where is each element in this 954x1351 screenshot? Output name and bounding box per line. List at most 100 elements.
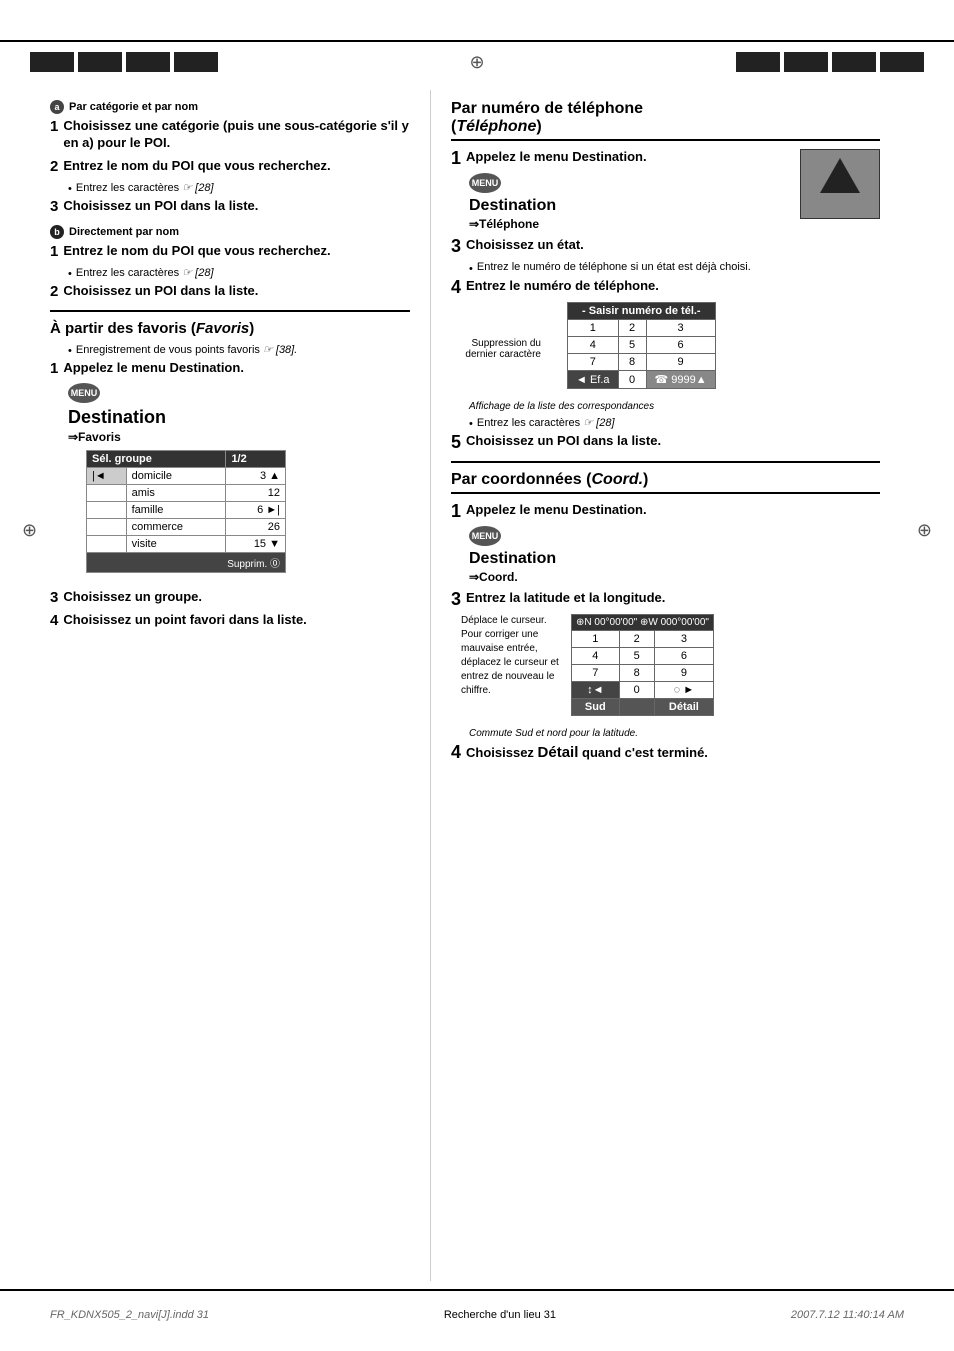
left-column: a Par catégorie et par nom 1 Choisissez … xyxy=(0,90,430,1281)
step-text: Choisissez un POI dans la liste. xyxy=(63,198,258,215)
step-num: 3 xyxy=(451,237,461,255)
step-num: 4 xyxy=(50,612,58,629)
tel-table: - Saisir numéro de tél.- 1 2 3 4 5 6 xyxy=(567,302,716,389)
tel-cell: 0 xyxy=(618,371,646,389)
coord-cell: 1 xyxy=(572,631,620,648)
header-block-3 xyxy=(126,52,170,72)
footer-center: Recherche d'un lieu 31 xyxy=(209,1309,791,1321)
nav-arrow-icon xyxy=(820,158,860,193)
fav-count: 12 xyxy=(226,484,286,501)
tel-cell: 8 xyxy=(618,354,646,371)
coord-footer-detail: Détail xyxy=(654,699,713,716)
bullet-dot: • xyxy=(68,183,72,195)
page-border-top xyxy=(0,40,954,42)
header-block-1 xyxy=(30,52,74,72)
tel-table-area: Suppression du dernier caractère - Saisi… xyxy=(461,302,880,397)
tel-row-2: 4 5 6 xyxy=(568,337,716,354)
tel-desc-left: Suppression du dernier caractère xyxy=(461,302,541,360)
step-content: Appelez le menu Destination. xyxy=(63,360,244,377)
step-content: Entrez le numéro de téléphone. xyxy=(466,278,659,295)
section-a-label: a Par catégorie et par nom xyxy=(50,100,410,114)
coord-step1: 1 Appelez le menu Destination. xyxy=(451,502,880,520)
fav-row-domicile: |◄ domicile 3 ▲ xyxy=(87,467,286,484)
footer-filename: FR_KDNX505_2_navi[J].indd 31 xyxy=(50,1309,209,1321)
telephone-title: Par numéro de téléphone (Téléphone) xyxy=(451,100,880,141)
fav-row-visite: visite 15 ▼ xyxy=(87,535,286,552)
coord-row-1: 1 2 3 xyxy=(572,631,714,648)
menu-button-favoris: MENU xyxy=(68,383,100,403)
phone-image-area xyxy=(800,149,880,225)
tel-row-1: 1 2 3 xyxy=(568,320,716,337)
section-telephone: Par numéro de téléphone (Téléphone) 1 Ap… xyxy=(451,100,880,451)
coord-row-2: 4 5 6 xyxy=(572,648,714,665)
header-block-8 xyxy=(880,52,924,72)
section-a-step3: 3 Choisissez un POI dans la liste. xyxy=(50,198,410,215)
bullet-text: Entrez les caractères ☞ [28] xyxy=(76,266,214,279)
fav-label: visite xyxy=(126,535,226,552)
step-content: Appelez le menu Destination. xyxy=(466,502,647,519)
section-a-step2: 2 Entrez le nom du POI que vous recherch… xyxy=(50,158,410,175)
menu-button-telephone: MENU xyxy=(469,173,501,193)
step-num: 4 xyxy=(451,278,461,296)
favoris-step3: 3 Choisissez un groupe. xyxy=(50,589,410,606)
coord-desc-left: Déplace le curseur. Pour corriger une ma… xyxy=(461,614,561,698)
coord-cell: 4 xyxy=(572,648,620,665)
coord-cell: 5 xyxy=(619,648,654,665)
page-border-bottom xyxy=(0,1289,954,1291)
section-b-label: b Directement par nom xyxy=(50,225,410,239)
coord-cell-right: ◌ ► xyxy=(654,682,713,699)
crosshair-left-icon: ⊕ xyxy=(22,520,37,541)
header-block-5 xyxy=(736,52,780,72)
tel-header-row: - Saisir numéro de tél.- xyxy=(568,303,716,320)
tel-cell: 4 xyxy=(568,337,619,354)
coord-header-title: ⊕N 00°00'00" ⊕W 000°00'00" xyxy=(572,615,714,631)
step-content: Choisissez un état. xyxy=(466,237,584,254)
bullet-dot: • xyxy=(469,418,473,430)
section-a-title: Par catégorie et par nom xyxy=(69,101,198,113)
step-num: 3 xyxy=(50,589,58,606)
fav-label: commerce xyxy=(126,518,226,535)
fav-table-footer: Supprim. ⓪ xyxy=(87,552,286,572)
step-num: 5 xyxy=(451,433,461,451)
fav-row-amis: amis 12 xyxy=(87,484,286,501)
step-content: Entrez la latitude et la longitude. xyxy=(466,590,665,607)
fav-row-commerce: commerce 26 xyxy=(87,518,286,535)
favoris-bullet1: • Enregistrement de vous points favoris … xyxy=(68,343,410,357)
telephone-bullet3a: • Entrez le numéro de téléphone si un ét… xyxy=(469,261,880,275)
coord-step4: 4 Choisissez Détail quand c'est terminé. xyxy=(451,743,880,763)
coord-table-area: Déplace le curseur. Pour corriger une ma… xyxy=(461,614,880,722)
tel-cell: 6 xyxy=(646,337,715,354)
fav-header-label: Sél. groupe xyxy=(87,450,226,467)
coord-footer-row: Sud Détail xyxy=(572,699,714,716)
coord-cell: 6 xyxy=(654,648,713,665)
coord-title: Par coordonnées (Coord.) xyxy=(451,471,880,494)
fav-count: 3 ▲ xyxy=(226,467,286,484)
circle-icon-b: b xyxy=(50,225,64,239)
header-blocks-right xyxy=(736,52,924,72)
coord-footer-mid xyxy=(619,699,654,716)
coord-cell: 2 xyxy=(619,631,654,648)
coord-table-wrapper: ⊕N 00°00'00" ⊕W 000°00'00" 1 2 3 4 5 6 xyxy=(571,614,714,722)
coord-cell: 7 xyxy=(572,665,620,682)
tel-cell: 9 xyxy=(646,354,715,371)
section-a-bullet2a: • Entrez les caractères ☞ [28] xyxy=(68,181,410,195)
step-content: Choisissez un point favori dans la liste… xyxy=(63,612,306,629)
bullet-text: Entrez les caractères ☞ [28] xyxy=(477,416,615,429)
header-block-7 xyxy=(832,52,876,72)
fav-count: 26 xyxy=(226,518,286,535)
step-num: 2 xyxy=(50,283,58,300)
coord-step2: Destination ⇒Coord. xyxy=(469,550,880,584)
coord-row-3: 7 8 9 xyxy=(572,665,714,682)
fav-table-header: Sél. groupe 1/2 xyxy=(87,450,286,467)
tel-cell-efa: ◄ Ef.a xyxy=(568,371,619,389)
coord-cell: 9 xyxy=(654,665,713,682)
bullet-dot: • xyxy=(68,345,72,357)
fav-nav-left xyxy=(87,501,127,518)
coord-cell: 3 xyxy=(654,631,713,648)
telephone-bullet4a: • Entrez les caractères ☞ [28] xyxy=(469,416,880,430)
crosshair-center: ⊕ xyxy=(469,52,484,73)
favoris-step4: 4 Choisissez un point favori dans la lis… xyxy=(50,612,410,629)
step-num: 1 xyxy=(50,360,58,377)
step-text: Entrez le nom du POI que vous recherchez… xyxy=(63,243,330,260)
step-num: 2 xyxy=(50,158,58,175)
